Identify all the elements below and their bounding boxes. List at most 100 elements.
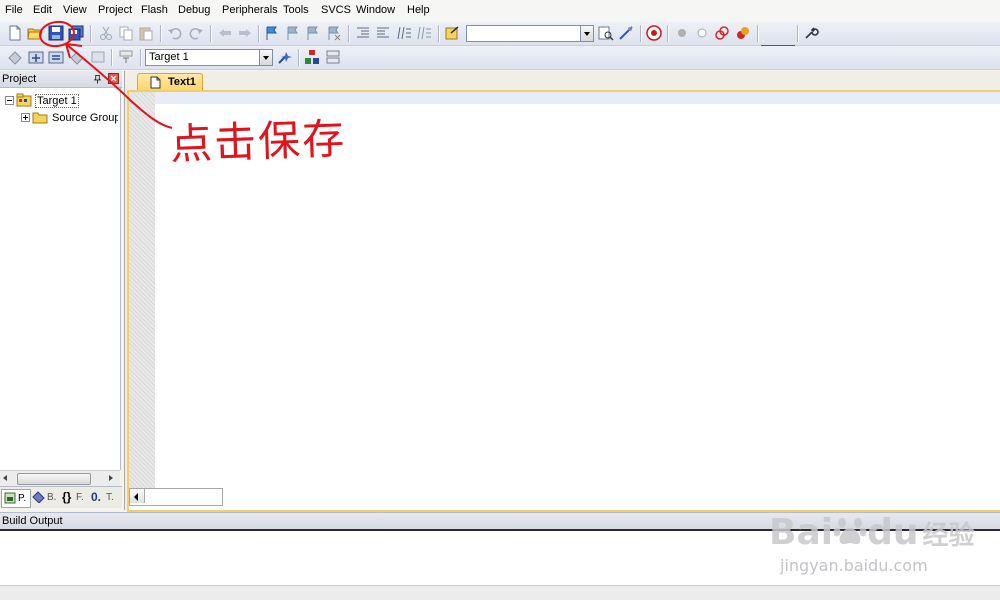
find-icon[interactable] (598, 25, 614, 41)
toolbar-separator (111, 49, 113, 66)
tree-item-source-group[interactable]: Source Group (52, 112, 118, 124)
build-icon[interactable] (28, 49, 44, 65)
undo-icon[interactable] (167, 25, 183, 41)
project-panel-header: Project (0, 71, 122, 88)
translate-icon[interactable] (7, 49, 23, 65)
project-tab-icon (4, 492, 16, 504)
project-panel-tabs: P. B. {} F. 0. T. (0, 486, 122, 508)
toolbar-separator (258, 25, 260, 42)
tab-text1[interactable]: Text1 (137, 73, 203, 91)
bookmark-next-icon[interactable] (305, 25, 321, 41)
toolbar-separator (160, 25, 162, 42)
scrollbar-thumb[interactable] (17, 473, 91, 485)
target-options-icon[interactable] (277, 49, 293, 65)
comment-icon[interactable] (396, 25, 412, 41)
current-line-highlight[interactable] (155, 92, 1000, 104)
tab-templates[interactable]: 0. T. (89, 489, 117, 506)
project-panel-title: Project (2, 73, 37, 85)
menu-tools[interactable]: Tools (283, 4, 309, 16)
toolbar-separator (438, 25, 440, 42)
target-icon (16, 93, 32, 107)
watermark-logo: Bai du 经验 (769, 512, 975, 553)
chevron-down-icon[interactable] (580, 26, 593, 41)
menu-debug[interactable]: Debug (178, 4, 210, 16)
target-select[interactable]: Target 1 (145, 49, 273, 66)
indent-icon[interactable] (355, 25, 371, 41)
toolbar-separator (90, 25, 92, 42)
find-combo[interactable] (466, 25, 594, 42)
menu-peripherals[interactable]: Peripherals (222, 4, 278, 16)
toolbar-separator (757, 25, 759, 42)
menu-file[interactable]: File (5, 4, 23, 16)
toolbar-separator (298, 49, 300, 66)
books-tab-icon (32, 491, 45, 503)
unindent-icon[interactable] (375, 25, 391, 41)
scroll-left-icon[interactable] (3, 475, 7, 481)
braces-icon: {} (62, 490, 72, 504)
bookmark-clear-icon[interactable] (326, 25, 342, 41)
stop-build-icon[interactable] (90, 49, 106, 65)
menu-bar: File Edit View Project Flash Debug Perip… (0, 0, 1000, 22)
manage-components-icon[interactable] (304, 49, 320, 65)
redo-icon[interactable] (188, 25, 204, 41)
uncomment-icon[interactable] (416, 25, 432, 41)
status-bar (0, 585, 1000, 600)
toolbar-separator (640, 25, 642, 42)
watermark-url: jingyan.baidu.com (780, 556, 928, 575)
breakpoint-kill-all-icon[interactable] (735, 25, 751, 41)
menu-project[interactable]: Project (98, 4, 132, 16)
menu-svcs[interactable]: SVCS (321, 4, 351, 16)
editor-gutter[interactable] (129, 92, 155, 488)
target-select-value: Target 1 (149, 51, 189, 63)
menu-window[interactable]: Window (356, 4, 395, 16)
download-icon[interactable] (118, 49, 134, 65)
debug-session-icon[interactable] (646, 25, 662, 41)
tab-functions[interactable]: {} F. (60, 489, 88, 506)
batch-build-icon[interactable] (69, 49, 85, 65)
tree-item-target[interactable]: Target 1 (35, 94, 79, 108)
breakpoint-insert-icon[interactable] (674, 25, 690, 41)
folder-icon (32, 112, 48, 124)
tab-project[interactable]: P. (1, 489, 31, 508)
save-all-icon[interactable] (68, 25, 84, 41)
menu-help[interactable]: Help (407, 4, 430, 16)
template-tab-icon: 0. (91, 490, 102, 504)
document-icon (150, 76, 161, 89)
expand-toggle[interactable] (21, 113, 30, 122)
project-tree: Target 1 Source Group (0, 88, 121, 470)
editor-hscrollbar[interactable] (129, 488, 223, 506)
find-in-files-icon[interactable] (445, 25, 461, 41)
wrench-icon[interactable] (803, 25, 819, 41)
incremental-find-icon[interactable] (618, 25, 634, 41)
rebuild-icon[interactable] (48, 49, 64, 65)
menu-edit[interactable]: Edit (33, 4, 52, 16)
copy-icon[interactable] (118, 25, 134, 41)
close-icon[interactable] (108, 73, 119, 84)
save-icon[interactable] (48, 25, 64, 41)
project-hscrollbar[interactable] (0, 470, 120, 487)
new-file-icon[interactable] (7, 25, 23, 41)
toolbar-separator (667, 25, 669, 42)
toolbar-separator (140, 49, 142, 66)
tab-books[interactable]: B. (31, 489, 59, 506)
scroll-right-icon[interactable] (109, 475, 113, 481)
cut-icon[interactable] (98, 25, 114, 41)
paste-icon[interactable] (138, 25, 154, 41)
select-packs-icon[interactable] (325, 49, 341, 65)
menu-flash[interactable]: Flash (141, 4, 168, 16)
bookmark-icon[interactable] (264, 25, 280, 41)
open-folder-icon[interactable] (27, 25, 43, 41)
breakpoint-disable-icon[interactable] (694, 25, 710, 41)
nav-back-icon[interactable] (217, 25, 233, 41)
build-toolbar: Target 1 (0, 46, 1000, 70)
file-toolbar (0, 22, 1000, 66)
chevron-down-icon[interactable] (259, 50, 272, 65)
collapse-toggle[interactable] (5, 96, 14, 105)
annotation-text: 点击保存 (169, 113, 347, 170)
pin-icon[interactable] (93, 74, 102, 84)
nav-forward-icon[interactable] (237, 25, 253, 41)
bookmark-prev-icon[interactable] (285, 25, 301, 41)
menu-view[interactable]: View (63, 4, 87, 16)
scroll-left-icon (134, 493, 138, 501)
breakpoint-disable-all-icon[interactable] (714, 25, 730, 41)
